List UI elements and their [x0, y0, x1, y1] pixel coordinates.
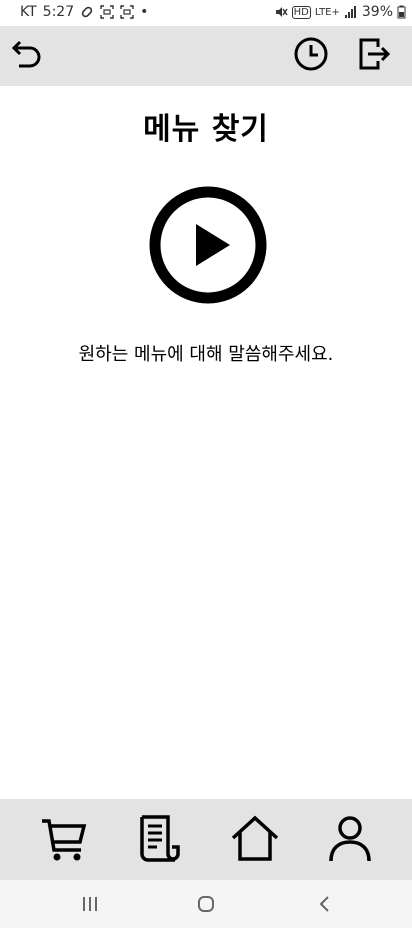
- nav-orders[interactable]: [132, 811, 188, 867]
- signal-icon: [344, 6, 356, 18]
- mute-icon: [275, 7, 288, 17]
- carrier-label: KT: [20, 4, 37, 20]
- status-left: KT 5:27 •: [20, 4, 148, 20]
- home-icon: [231, 815, 279, 861]
- undo-arrow-icon: [11, 40, 41, 68]
- logout-icon: [359, 38, 391, 70]
- nav-profile[interactable]: [322, 811, 378, 867]
- hd-badge: HD: [291, 5, 311, 19]
- nav-home[interactable]: [227, 811, 283, 867]
- home-circle-icon: [198, 896, 214, 912]
- user-icon: [329, 816, 371, 862]
- battery-icon: [397, 5, 406, 19]
- status-right: HD LTE+ 39%: [274, 4, 406, 20]
- voice-play-button[interactable]: [149, 186, 267, 304]
- system-home-button[interactable]: [186, 888, 226, 920]
- prompt-text: 원하는 메뉴에 대해 말씀해주세요.: [78, 344, 334, 365]
- system-nav-bar: [0, 880, 412, 928]
- clock-icon: [294, 37, 328, 71]
- time-label: 5:27: [42, 4, 75, 20]
- top-app-bar: [0, 26, 412, 86]
- logout-button[interactable]: [354, 34, 394, 74]
- history-button[interactable]: [291, 34, 331, 74]
- play-circle-icon: [149, 186, 267, 304]
- screenshot-icon-2: [120, 5, 134, 19]
- link-icon: [81, 6, 93, 18]
- battery-label: 39%: [361, 4, 393, 20]
- screen: KT 5:27 • HD LTE+ 39% 메뉴 찾기 원하는 메뉴에 대해 말…: [0, 0, 412, 928]
- system-back-button[interactable]: [305, 888, 345, 920]
- notification-dot: •: [140, 4, 149, 20]
- page-title: 메뉴 찾기: [143, 112, 269, 147]
- network-label: LTE+: [314, 6, 340, 18]
- receipt-icon: [140, 815, 180, 862]
- nav-cart[interactable]: [36, 811, 92, 867]
- cart-icon: [42, 819, 87, 861]
- status-bar: KT 5:27 • HD LTE+ 39%: [0, 0, 412, 26]
- screenshot-icon: [100, 5, 114, 19]
- back-chevron-icon: [319, 896, 329, 912]
- recent-apps-button[interactable]: [70, 888, 110, 920]
- bottom-nav: [0, 799, 412, 880]
- back-button[interactable]: [8, 34, 48, 74]
- recent-apps-icon: [83, 897, 97, 911]
